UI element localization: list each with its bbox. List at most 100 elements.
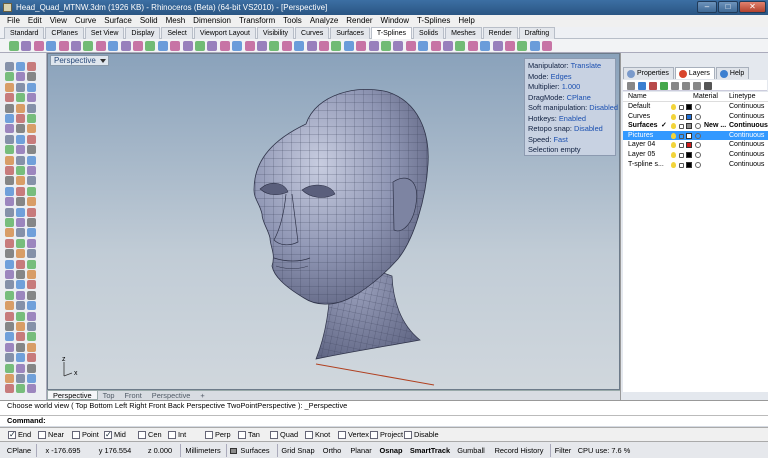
lock-icon[interactable] [679,133,684,139]
left-tool-icon[interactable] [27,290,36,300]
left-tool-icon[interactable] [16,311,25,321]
lightbulb-icon[interactable] [671,113,676,120]
layer-linetype[interactable]: Continuous [729,150,764,160]
left-tool-icon[interactable] [16,290,25,300]
left-tool-icon[interactable] [16,384,25,394]
left-tool-icon[interactable] [16,301,25,311]
tsplines-tool-icon[interactable] [529,41,540,51]
command-line[interactable]: Command: [0,415,768,426]
left-tool-icon[interactable] [5,228,14,238]
menu-curve[interactable]: Curve [72,15,101,27]
lightbulb-icon[interactable] [671,123,676,130]
left-tool-icon[interactable] [16,134,25,144]
left-tool-icon[interactable] [5,145,14,155]
left-tool-icon[interactable] [16,249,25,259]
tsplines-tool-icon[interactable] [281,41,292,51]
tsplines-tool-icon[interactable] [294,41,305,51]
left-tool-icon[interactable] [27,103,36,113]
osnap-project[interactable]: Project [370,430,403,440]
layer-color-swatch[interactable] [686,142,692,149]
tsplines-tool-icon[interactable] [467,41,478,51]
layer-color-swatch[interactable] [686,104,692,110]
tsplines-tool-icon[interactable] [157,41,168,51]
layer-color-swatch[interactable] [686,152,692,158]
checkbox[interactable] [270,431,278,439]
menu-view[interactable]: View [47,15,72,27]
vp-tab-top[interactable]: Top [98,391,120,400]
checkbox[interactable] [238,431,246,439]
tsplines-tool-icon[interactable] [33,41,44,51]
left-tool-icon[interactable] [27,218,36,227]
tsplines-tool-icon[interactable] [331,41,342,51]
menu-edit[interactable]: Edit [25,15,47,27]
vp-tab-perspective[interactable]: Perspective [47,391,98,400]
tab-render[interactable]: Render [482,27,518,39]
left-tool-icon[interactable] [16,155,25,165]
left-tool-icon[interactable] [27,82,36,92]
tsplines-tool-icon[interactable] [269,41,280,51]
lightbulb-icon[interactable] [671,104,676,110]
tab-viewport-layout[interactable]: Viewport Layout [193,27,256,39]
left-tool-icon[interactable] [5,124,14,134]
menu-mesh[interactable]: Mesh [163,15,191,27]
lightbulb-icon[interactable] [671,161,676,168]
left-tool-icon[interactable] [16,270,25,279]
lock-icon[interactable] [679,143,684,149]
left-tool-icon[interactable] [16,62,25,71]
layer-row[interactable]: Pictures Continuous [623,130,768,141]
tsplines-tool-icon[interactable] [368,41,379,51]
left-tool-icon[interactable] [16,114,25,123]
left-tool-icon[interactable] [27,207,36,217]
tsplines-tool-icon[interactable] [58,41,69,51]
left-tool-icon[interactable] [16,82,25,92]
layer-color-swatch[interactable] [686,123,692,130]
left-tool-icon[interactable] [27,259,36,269]
layer-linetype[interactable]: Continuous [729,121,768,131]
left-tool-icon[interactable] [27,228,36,238]
left-tool-icon[interactable] [16,218,25,227]
left-tool-icon[interactable] [27,270,36,279]
checkbox[interactable] [138,431,146,439]
left-tool-icon[interactable] [16,176,25,186]
left-tool-icon[interactable] [5,62,14,71]
left-tool-icon[interactable] [5,82,14,92]
left-tool-icon[interactable] [27,197,36,207]
checkbox[interactable] [104,430,112,440]
left-tool-icon[interactable] [27,363,36,373]
current-layer-status[interactable]: Surfaces [239,445,271,456]
osnap-toggle[interactable]: Osnap [378,445,404,456]
left-tool-icon[interactable] [27,114,36,123]
tsplines-tool-icon[interactable] [244,41,255,51]
layer-row[interactable]: Layer 04 Continuous [623,140,768,150]
layer-color-swatch[interactable] [686,132,692,139]
lock-icon[interactable] [679,105,684,110]
layer-tool-icon[interactable] [704,82,712,90]
osnap-perp[interactable]: Perp [205,430,231,440]
left-tool-icon[interactable] [16,197,25,207]
layer-row[interactable]: Layer 05 Continuous [623,150,768,160]
tab-standard[interactable]: Standard [4,27,45,39]
tsplines-tool-icon[interactable] [405,41,416,51]
left-tool-icon[interactable] [5,353,14,363]
gumball-toggle[interactable]: Gumball [456,445,486,456]
lightbulb-icon[interactable] [671,152,676,158]
tsplines-tool-icon[interactable] [21,41,32,51]
menu-analyze[interactable]: Analyze [307,15,343,27]
tsplines-tool-icon[interactable] [195,41,205,51]
lock-icon[interactable] [679,114,684,120]
osnap-end[interactable]: End [8,430,31,440]
osnap-knot[interactable]: Knot [305,430,330,440]
checkbox[interactable] [338,431,346,439]
tsplines-tool-icon[interactable] [219,41,230,51]
checkbox[interactable] [72,431,80,439]
material-icon[interactable] [695,104,701,110]
tsplines-tool-icon[interactable] [542,41,553,51]
checkbox[interactable] [370,431,378,439]
lock-icon[interactable] [679,124,684,130]
filter-button[interactable]: Filter [553,445,573,456]
material-icon[interactable] [695,152,701,158]
tsplines-tool-icon[interactable] [133,41,143,51]
left-tool-icon[interactable] [5,322,14,331]
left-tool-icon[interactable] [27,155,36,165]
checkbox[interactable] [305,431,313,439]
